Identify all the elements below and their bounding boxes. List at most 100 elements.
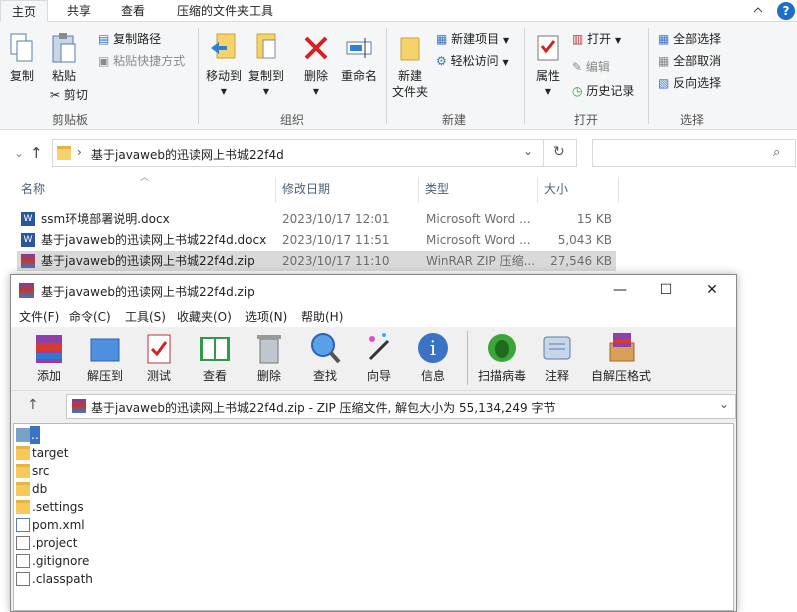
edit-button[interactable]: ✎ 编辑 bbox=[572, 58, 610, 76]
copy-icon bbox=[10, 33, 33, 62]
rename-button[interactable]: 重命名 bbox=[338, 32, 380, 84]
combo-dropdown-icon[interactable]: ⌄ bbox=[719, 397, 729, 411]
folder-icon bbox=[16, 500, 30, 514]
column-type[interactable]: 类型 bbox=[425, 178, 449, 204]
nav-dropdown-icon[interactable]: ⌄ bbox=[14, 146, 24, 160]
copy-button[interactable]: 复制 bbox=[4, 32, 40, 84]
paste-shortcut-button[interactable]: ▣ 粘贴快捷方式 bbox=[98, 52, 185, 70]
menu-commands[interactable]: 命令(C) bbox=[69, 308, 111, 325]
find-button[interactable]: 查找 bbox=[303, 331, 347, 384]
folder-icon bbox=[57, 146, 71, 160]
refresh-icon[interactable]: ↻ bbox=[553, 144, 565, 160]
add-archive-icon bbox=[36, 335, 62, 363]
tab-home[interactable]: 主页 bbox=[0, 0, 48, 22]
open-button[interactable]: ▥ 打开 ▼ bbox=[572, 30, 621, 50]
rename-icon bbox=[346, 38, 372, 58]
minimize-icon[interactable]: — bbox=[597, 275, 643, 305]
column-divider[interactable] bbox=[275, 177, 276, 203]
properties-button[interactable]: 属性 ▼ bbox=[530, 32, 566, 100]
group-open-label: 打开 bbox=[573, 113, 598, 127]
scan-virus-button[interactable]: 扫描病毒 bbox=[475, 331, 529, 384]
column-divider[interactable] bbox=[418, 177, 419, 203]
comment-button[interactable]: 注释 bbox=[535, 331, 579, 384]
menu-tools[interactable]: 工具(S) bbox=[125, 308, 166, 325]
menu-help[interactable]: 帮助(H) bbox=[301, 308, 343, 325]
item-name: db bbox=[32, 482, 48, 496]
select-none-icon: ▦ bbox=[658, 54, 670, 68]
tab-view[interactable]: 查看 bbox=[110, 0, 156, 22]
select-all-label: 全部选择 bbox=[673, 32, 722, 46]
column-size[interactable]: 大小 bbox=[544, 178, 568, 204]
tab-share[interactable]: 共享 bbox=[56, 0, 102, 22]
close-icon[interactable]: ✕ bbox=[689, 275, 735, 305]
wizard-button[interactable]: 向导 bbox=[357, 331, 401, 384]
find-label: 查找 bbox=[312, 369, 337, 383]
file-row[interactable]: W 基于javaweb的迅读网上书城22f4d.docx 2023/10/17 … bbox=[17, 230, 616, 250]
info-label: 信息 bbox=[420, 369, 445, 383]
move-to-button[interactable]: 移动到 ▼ bbox=[204, 32, 244, 100]
search-input[interactable]: ⌕ bbox=[592, 139, 796, 167]
select-none-label: 全部取消 bbox=[673, 54, 722, 68]
address-dropdown-icon[interactable]: ⌄ bbox=[523, 144, 533, 158]
extract-to-button[interactable]: 解压到 bbox=[83, 331, 127, 384]
winrar-zip-icon bbox=[72, 399, 86, 413]
delete-x-icon bbox=[304, 36, 328, 60]
wizard-label: 向导 bbox=[366, 369, 391, 383]
history-button[interactable]: ◷ 历史记录 bbox=[572, 82, 634, 100]
add-button[interactable]: 添加 bbox=[27, 331, 71, 384]
copy-path-button[interactable]: ▤ 复制路径 bbox=[98, 30, 161, 48]
svg-text:i: i bbox=[430, 336, 436, 360]
file-size: 27,546 KB bbox=[550, 254, 612, 268]
archive-path-combo[interactable]: 基于javaweb的迅读网上书城22f4d.zip - ZIP 压缩文件, 解包… bbox=[66, 394, 736, 419]
file-size: 5,043 KB bbox=[557, 233, 612, 247]
new-folder-button[interactable]: 新建 文件夹 bbox=[390, 32, 430, 100]
test-icon bbox=[147, 334, 171, 364]
new-item-label: 新建项目 bbox=[451, 32, 500, 46]
menu-favorites[interactable]: 收藏夹(O) bbox=[177, 308, 232, 325]
info-button[interactable]: i 信息 bbox=[411, 331, 455, 384]
test-button[interactable]: 测试 bbox=[137, 331, 181, 384]
delete-button[interactable]: 删除 ▼ bbox=[300, 32, 332, 100]
help-icon[interactable]: ? bbox=[777, 2, 795, 20]
invert-select-button[interactable]: ▧ 反向选择 bbox=[658, 74, 721, 92]
up-arrow-icon[interactable]: ↑ bbox=[27, 397, 39, 413]
new-folder-icon bbox=[400, 37, 420, 61]
maximize-icon[interactable]: ☐ bbox=[643, 275, 689, 305]
easy-access-button[interactable]: ⚙ 轻松访问 ▼ bbox=[436, 52, 509, 72]
column-divider[interactable] bbox=[537, 177, 538, 203]
delete-archive-button[interactable]: 删除 bbox=[247, 331, 291, 384]
new-folder-label: 新建 文件夹 bbox=[391, 69, 428, 99]
dropdown-arrow-icon: ▼ bbox=[262, 87, 270, 96]
invert-select-label: 反向选择 bbox=[673, 76, 722, 90]
column-divider[interactable] bbox=[618, 177, 619, 203]
paste-button[interactable]: 粘贴 bbox=[46, 32, 82, 84]
extract-to-label: 解压到 bbox=[86, 369, 123, 383]
ribbon-collapse-icon[interactable] bbox=[752, 4, 764, 16]
cut-button[interactable]: ✂ 剪切 bbox=[50, 86, 88, 104]
archive-file-list: .. target src db .settings pom.xml .proj… bbox=[13, 423, 734, 611]
menu-options[interactable]: 选项(N) bbox=[245, 308, 287, 325]
copy-to-button[interactable]: 复制到 ▼ bbox=[246, 32, 286, 100]
file-row-selected[interactable]: 基于javaweb的迅读网上书城22f4d.zip 2023/10/17 11:… bbox=[17, 251, 616, 271]
group-clipboard-label: 剪贴板 bbox=[51, 113, 88, 127]
column-name[interactable]: 名称 bbox=[21, 178, 45, 204]
sfx-button[interactable]: 自解压格式 bbox=[589, 331, 653, 384]
group-select-label: 选择 bbox=[679, 113, 704, 127]
new-item-button[interactable]: ▦ 新建项目 ▼ bbox=[436, 30, 509, 50]
select-all-button[interactable]: ▦ 全部选择 bbox=[658, 30, 721, 48]
file-row[interactable]: W ssm环境部署说明.docx 2023/10/17 12:01 Micros… bbox=[17, 209, 616, 229]
properties-icon bbox=[537, 35, 559, 61]
file-icon bbox=[16, 554, 30, 568]
book-icon bbox=[200, 337, 230, 361]
up-arrow-icon[interactable]: ↑ bbox=[30, 144, 43, 162]
menu-file[interactable]: 文件(F) bbox=[19, 308, 59, 325]
address-bar[interactable]: › 基于javaweb的迅读网上书城22f4d ⌄ ↻ bbox=[52, 139, 577, 167]
tab-compressed-folder-tools[interactable]: 压缩的文件夹工具 bbox=[166, 0, 284, 22]
item-name: .project bbox=[32, 536, 78, 550]
column-date[interactable]: 修改日期 bbox=[282, 178, 330, 204]
folder-icon bbox=[16, 446, 30, 460]
view-button[interactable]: 查看 bbox=[193, 331, 237, 384]
file-icon bbox=[16, 536, 30, 550]
copy-label: 复制 bbox=[9, 69, 34, 83]
select-none-button[interactable]: ▦ 全部取消 bbox=[658, 52, 721, 70]
